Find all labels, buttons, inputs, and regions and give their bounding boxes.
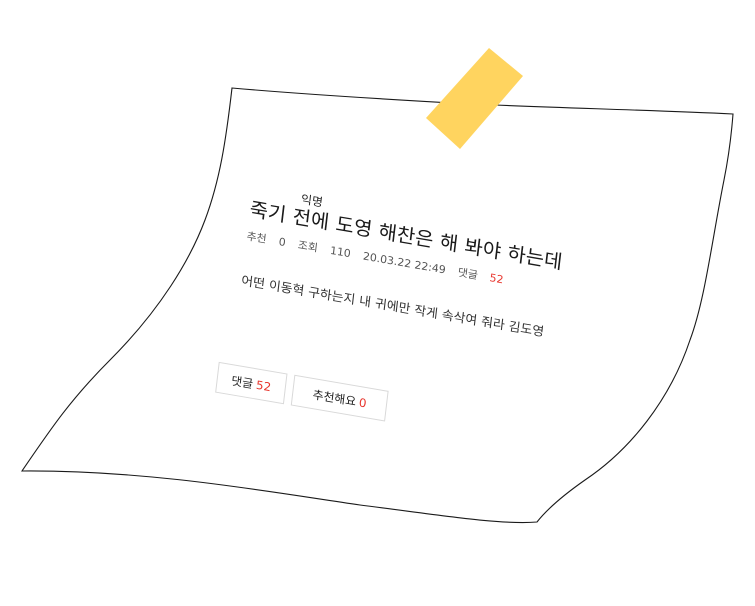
- meta-comments-label: 댓글: [457, 266, 479, 282]
- meta-datetime: 20.03.22 22:49: [362, 249, 447, 277]
- meta-recommend-count: 0: [278, 235, 287, 250]
- recommend-button-label: 추천해요: [311, 387, 357, 409]
- meta-views-count: 110: [329, 244, 352, 261]
- recommend-button[interactable]: 추천해요0: [290, 374, 389, 422]
- meta-recommend: 추천 0: [246, 230, 287, 249]
- comment-button-count: 52: [255, 378, 272, 395]
- comment-button-label: 댓글: [230, 373, 254, 392]
- meta-recommend-label: 추천: [245, 229, 268, 246]
- meta-comments: 댓글 52: [457, 266, 513, 288]
- meta-views: 조회 110: [297, 239, 351, 260]
- meta-views-label: 조회: [297, 238, 319, 255]
- meta-comments-count: 52: [488, 271, 505, 287]
- recommend-button-count: 0: [358, 395, 368, 411]
